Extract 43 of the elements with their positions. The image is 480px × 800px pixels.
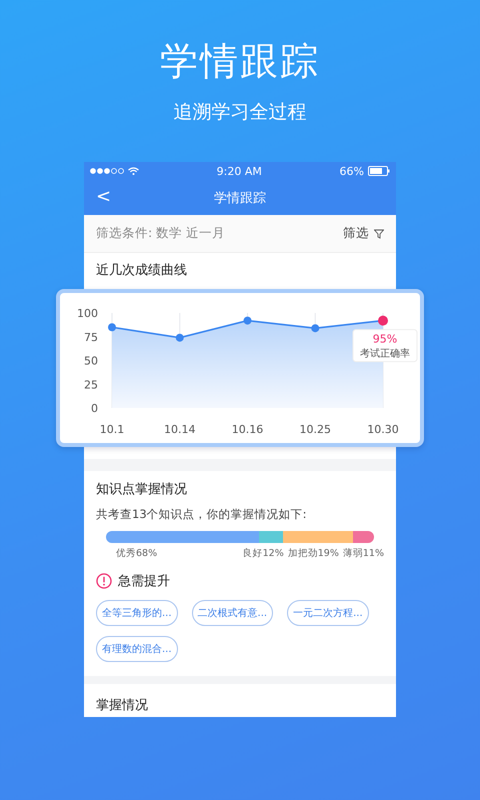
urgent-title: 急需提升 <box>118 573 170 590</box>
y-tick-label: 25 <box>84 378 98 392</box>
battery-icon <box>368 166 390 176</box>
legend-label: 薄弱11% <box>342 547 384 560</box>
section-title: 近几次成绩曲线 <box>95 262 188 280</box>
battery-percent: 66% <box>340 164 364 178</box>
topic-tag[interactable]: 有理数的混合... <box>96 636 178 662</box>
topic-tag[interactable]: 全等三角形的... <box>96 600 178 626</box>
back-button[interactable]: < <box>92 186 116 207</box>
x-tick-label: 10.16 <box>232 423 264 436</box>
data-point <box>378 316 388 326</box>
data-point <box>108 323 116 332</box>
legend-label: 加把劲19% <box>288 547 339 560</box>
hero-subtitle: 追溯学习全过程 <box>174 100 306 124</box>
chart-tooltip: 95% 考试正确率 <box>352 329 418 362</box>
y-tick-label: 0 <box>91 402 98 415</box>
section-title: 知识点掌握情况 <box>96 481 188 499</box>
filter-button[interactable]: 筛选 <box>343 225 384 242</box>
filter-conditions: 筛选条件: 数学 近一月 <box>96 225 226 242</box>
annotation: 95% <box>372 332 398 346</box>
y-tick-label: 75 <box>84 330 98 344</box>
topic-tag[interactable]: 二次根式有意... <box>192 600 274 626</box>
signal-icon <box>90 168 124 174</box>
wifi-icon <box>128 167 139 175</box>
x-tick-label: 10.25 <box>300 423 331 436</box>
nav-title: 学情跟踪 <box>214 190 266 206</box>
hero-title: 学情跟踪 <box>160 38 320 84</box>
y-tick-label: 100 <box>77 307 98 320</box>
status-time: 9:20 AM <box>216 164 262 178</box>
x-tick-label: 10.1 <box>100 423 124 436</box>
section-title: 掌握情况 <box>95 697 149 714</box>
data-point <box>244 316 252 325</box>
x-tick-label: 10.14 <box>164 423 196 436</box>
y-tick-label: 50 <box>84 354 98 368</box>
legend-label: 良好12% <box>242 547 284 560</box>
data-point <box>311 324 320 332</box>
topic-tag[interactable]: 一元二次方程... <box>287 600 369 626</box>
summary-text: 共考查13个知识点，你的掌握情况如下: <box>96 506 308 523</box>
x-tick-label: 10.30 <box>367 423 399 436</box>
legend-label: 优秀68% <box>116 547 158 560</box>
filter-icon <box>374 228 384 238</box>
data-point <box>176 334 184 342</box>
alert-icon <box>96 573 112 589</box>
